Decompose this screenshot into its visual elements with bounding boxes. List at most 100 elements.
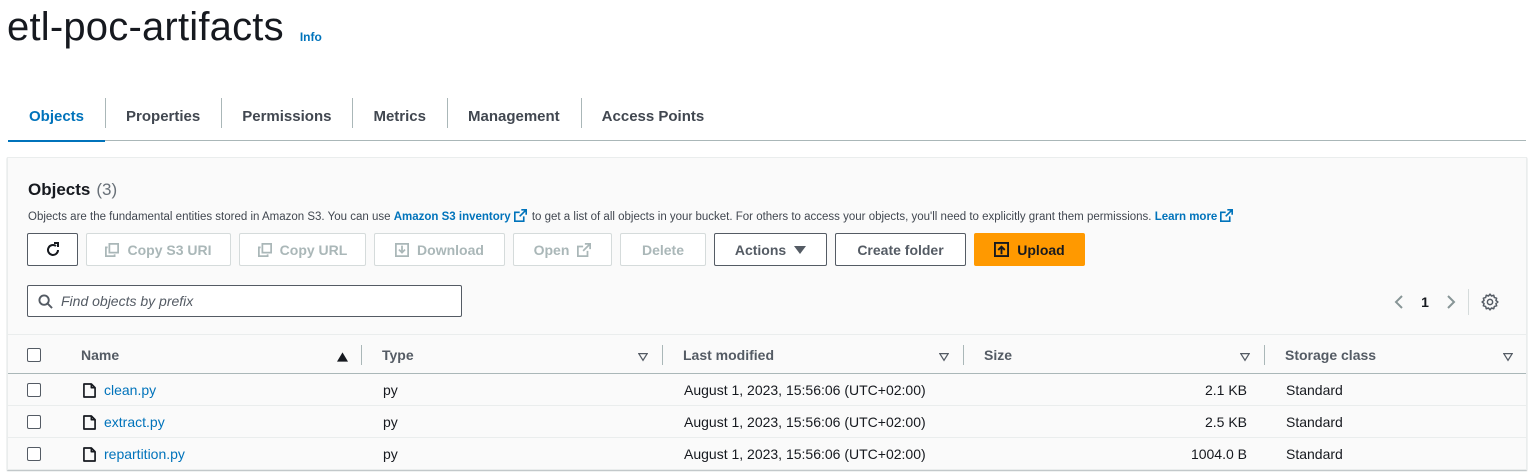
sort-icon [938,349,950,365]
search-icon [38,293,53,309]
name-cell: clean.py [83,374,156,406]
objects-panel: Objects (3) Objects are the fundamental … [7,157,1527,470]
size-cell: 1004.0 B [1190,446,1247,462]
actions-label: Actions [734,241,787,258]
row-checkbox[interactable] [27,447,41,461]
last-modified-cell: August 1, 2023, 15:56:06 (UTC+02:00) [684,446,926,462]
pager-divider [1468,289,1469,315]
page-header: etl-poc-artifacts Info [7,0,322,50]
objects-description: Objects are the fundamental entities sto… [28,209,1235,225]
create-folder-button[interactable]: Create folder [835,233,966,266]
actions-dropdown[interactable]: Actions [714,233,827,266]
refresh-icon [45,241,61,258]
tab-access-points[interactable]: Access Points [580,92,726,141]
column-header-last-modified[interactable]: Last modified [683,335,953,375]
table-row[interactable]: clean.py py August 1, 2023, 15:56:06 (UT… [8,374,1526,406]
tab-bar: Objects Properties Permissions Metrics M… [8,92,1526,142]
copy-s3-uri-button[interactable]: Copy S3 URI [86,233,231,266]
storage-class-cell: Standard [1286,446,1343,462]
open-label: Open [533,241,570,258]
tab-metrics[interactable]: Metrics [352,92,447,141]
objects-table: Name Type Last modified Size Storage cla… [8,334,1526,470]
table-row[interactable]: extract.py py August 1, 2023, 15:56:06 (… [8,406,1526,438]
inventory-link[interactable]: Amazon S3 inventory [394,211,511,223]
select-all-checkbox[interactable] [27,348,41,362]
name-cell: repartition.py [83,438,185,470]
column-header-storage-class-label: Storage class [1285,347,1377,363]
info-link[interactable]: Info [300,30,322,44]
column-header-type[interactable]: Type [382,335,652,375]
copy-s3-uri-label: Copy S3 URI [127,241,212,258]
object-name-link[interactable]: extract.py [104,414,165,430]
row-checkbox[interactable] [27,383,41,397]
row-select-cell [27,406,41,438]
column-divider [963,345,964,365]
pagination: 1 [1388,289,1499,315]
copy-url-button[interactable]: Copy URL [239,233,366,266]
column-header-storage-class[interactable]: Storage class [1285,335,1515,375]
sort-ascending-icon [337,349,348,365]
row-checkbox[interactable] [27,415,41,429]
row-select-cell [27,374,41,406]
settings-gear-icon[interactable] [1481,293,1499,311]
refresh-button[interactable] [27,233,78,266]
file-icon [83,414,96,430]
upload-icon [994,242,1010,257]
tab-objects[interactable]: Objects [8,92,106,142]
create-folder-label: Create folder [857,241,944,258]
column-header-last-modified-label: Last modified [683,347,775,363]
sort-icon [1239,349,1251,365]
current-page[interactable]: 1 [1410,294,1440,310]
column-header-size[interactable]: Size [984,335,1254,375]
column-header-type-label: Type [382,347,414,363]
download-button[interactable]: Download [374,233,505,266]
last-modified-cell: August 1, 2023, 15:56:06 (UTC+02:00) [684,382,926,398]
caret-down-icon [794,245,807,255]
type-cell: py [383,414,398,430]
search-input[interactable] [61,293,441,309]
name-cell: extract.py [83,406,165,438]
objects-toolbar: Copy S3 URI Copy URL Download Open Delet… [27,233,1093,266]
objects-panel-header: Objects (3) [28,180,117,200]
table-header: Name Type Last modified Size Storage cla… [8,334,1526,374]
column-header-name[interactable]: Name [81,335,351,375]
description-prefix: Objects are the fundamental entities sto… [28,211,394,223]
upload-button[interactable]: Upload [974,233,1085,266]
file-icon [83,446,96,462]
delete-button[interactable]: Delete [620,233,706,266]
objects-panel-title: Objects [28,180,91,199]
copy-url-label: Copy URL [279,241,348,258]
open-button[interactable]: Open [513,233,612,266]
previous-page-button[interactable] [1388,294,1410,310]
sort-icon [1502,349,1514,365]
type-cell: py [383,382,398,398]
column-header-size-label: Size [984,347,1013,363]
download-icon [395,242,410,257]
column-header-name-label: Name [81,347,120,363]
sort-icon [637,349,649,365]
next-page-button[interactable] [1440,294,1462,310]
delete-label: Delete [641,241,685,258]
objects-count: (3) [96,180,118,199]
storage-class-cell: Standard [1286,382,1343,398]
copy-icon [257,242,272,257]
object-name-link[interactable]: clean.py [104,382,156,398]
search-box [27,285,462,317]
download-label: Download [417,241,484,258]
external-link-icon [577,242,592,257]
description-middle: to get a list of all objects in your buc… [528,211,1155,223]
external-link-icon [513,209,527,225]
file-icon [83,382,96,398]
table-row[interactable]: repartition.py py August 1, 2023, 15:56:… [8,438,1526,470]
row-select-cell [27,438,41,470]
size-cell: 2.5 KB [1204,414,1247,430]
tab-management[interactable]: Management [446,92,581,141]
learn-more-link[interactable]: Learn more [1155,211,1218,223]
page-title: etl-poc-artifacts [7,5,284,49]
tab-properties[interactable]: Properties [105,92,221,141]
object-name-link[interactable]: repartition.py [104,446,185,462]
tab-permissions[interactable]: Permissions [221,92,352,141]
column-divider [1264,345,1265,365]
upload-label: Upload [1017,241,1065,258]
type-cell: py [383,446,398,462]
